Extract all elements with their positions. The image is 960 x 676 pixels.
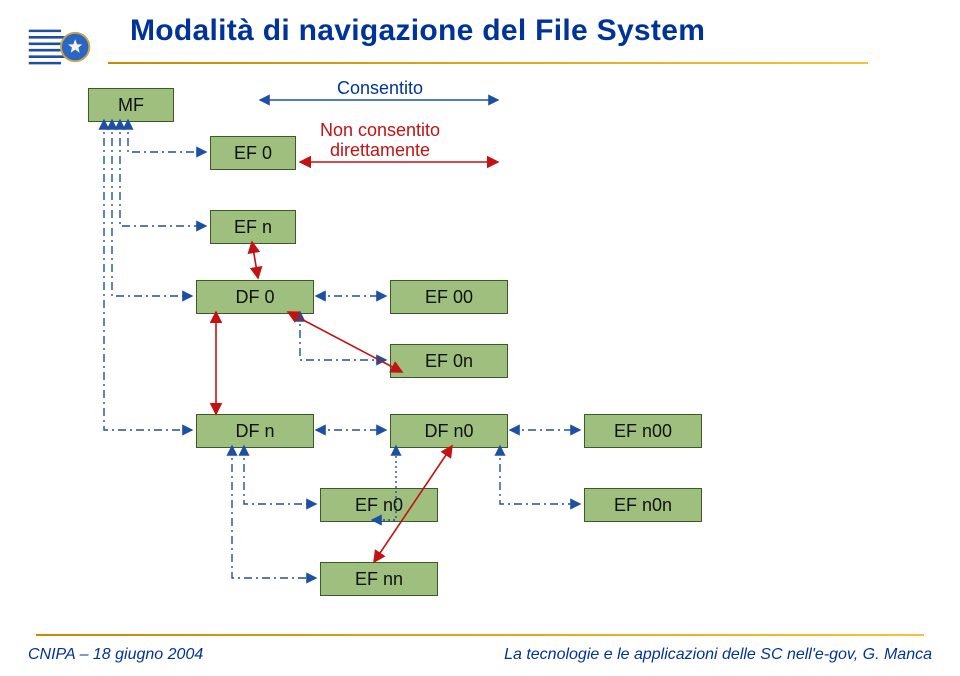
node-ef00: EF 00 xyxy=(390,280,508,314)
legend-allowed: Consentito xyxy=(290,78,470,99)
footer-left: CNIPA – 18 giugno 2004 xyxy=(28,646,203,664)
node-efn: EF n xyxy=(210,210,296,244)
footer-rule xyxy=(36,634,924,636)
title-underline xyxy=(108,62,868,64)
node-dfn0: DF n0 xyxy=(390,414,508,448)
legend-denied: Non consentito direttamente xyxy=(290,120,470,160)
node-efn0n: EF n0n xyxy=(584,488,702,522)
node-efnn: EF nn xyxy=(320,562,438,596)
node-df0: DF 0 xyxy=(196,280,314,314)
node-mf: MF xyxy=(88,88,174,122)
node-ef0: EF 0 xyxy=(210,136,296,170)
node-efn00: EF n00 xyxy=(584,414,702,448)
emblem-logo xyxy=(28,18,94,76)
footer-right: La tecnologie e le applicazioni delle SC… xyxy=(504,646,932,664)
node-dfn: DF n xyxy=(196,414,314,448)
node-efn0: EF n0 xyxy=(320,488,438,522)
page-title: Modalità di navigazione del File System xyxy=(130,14,705,48)
node-ef0n: EF 0n xyxy=(390,344,508,378)
